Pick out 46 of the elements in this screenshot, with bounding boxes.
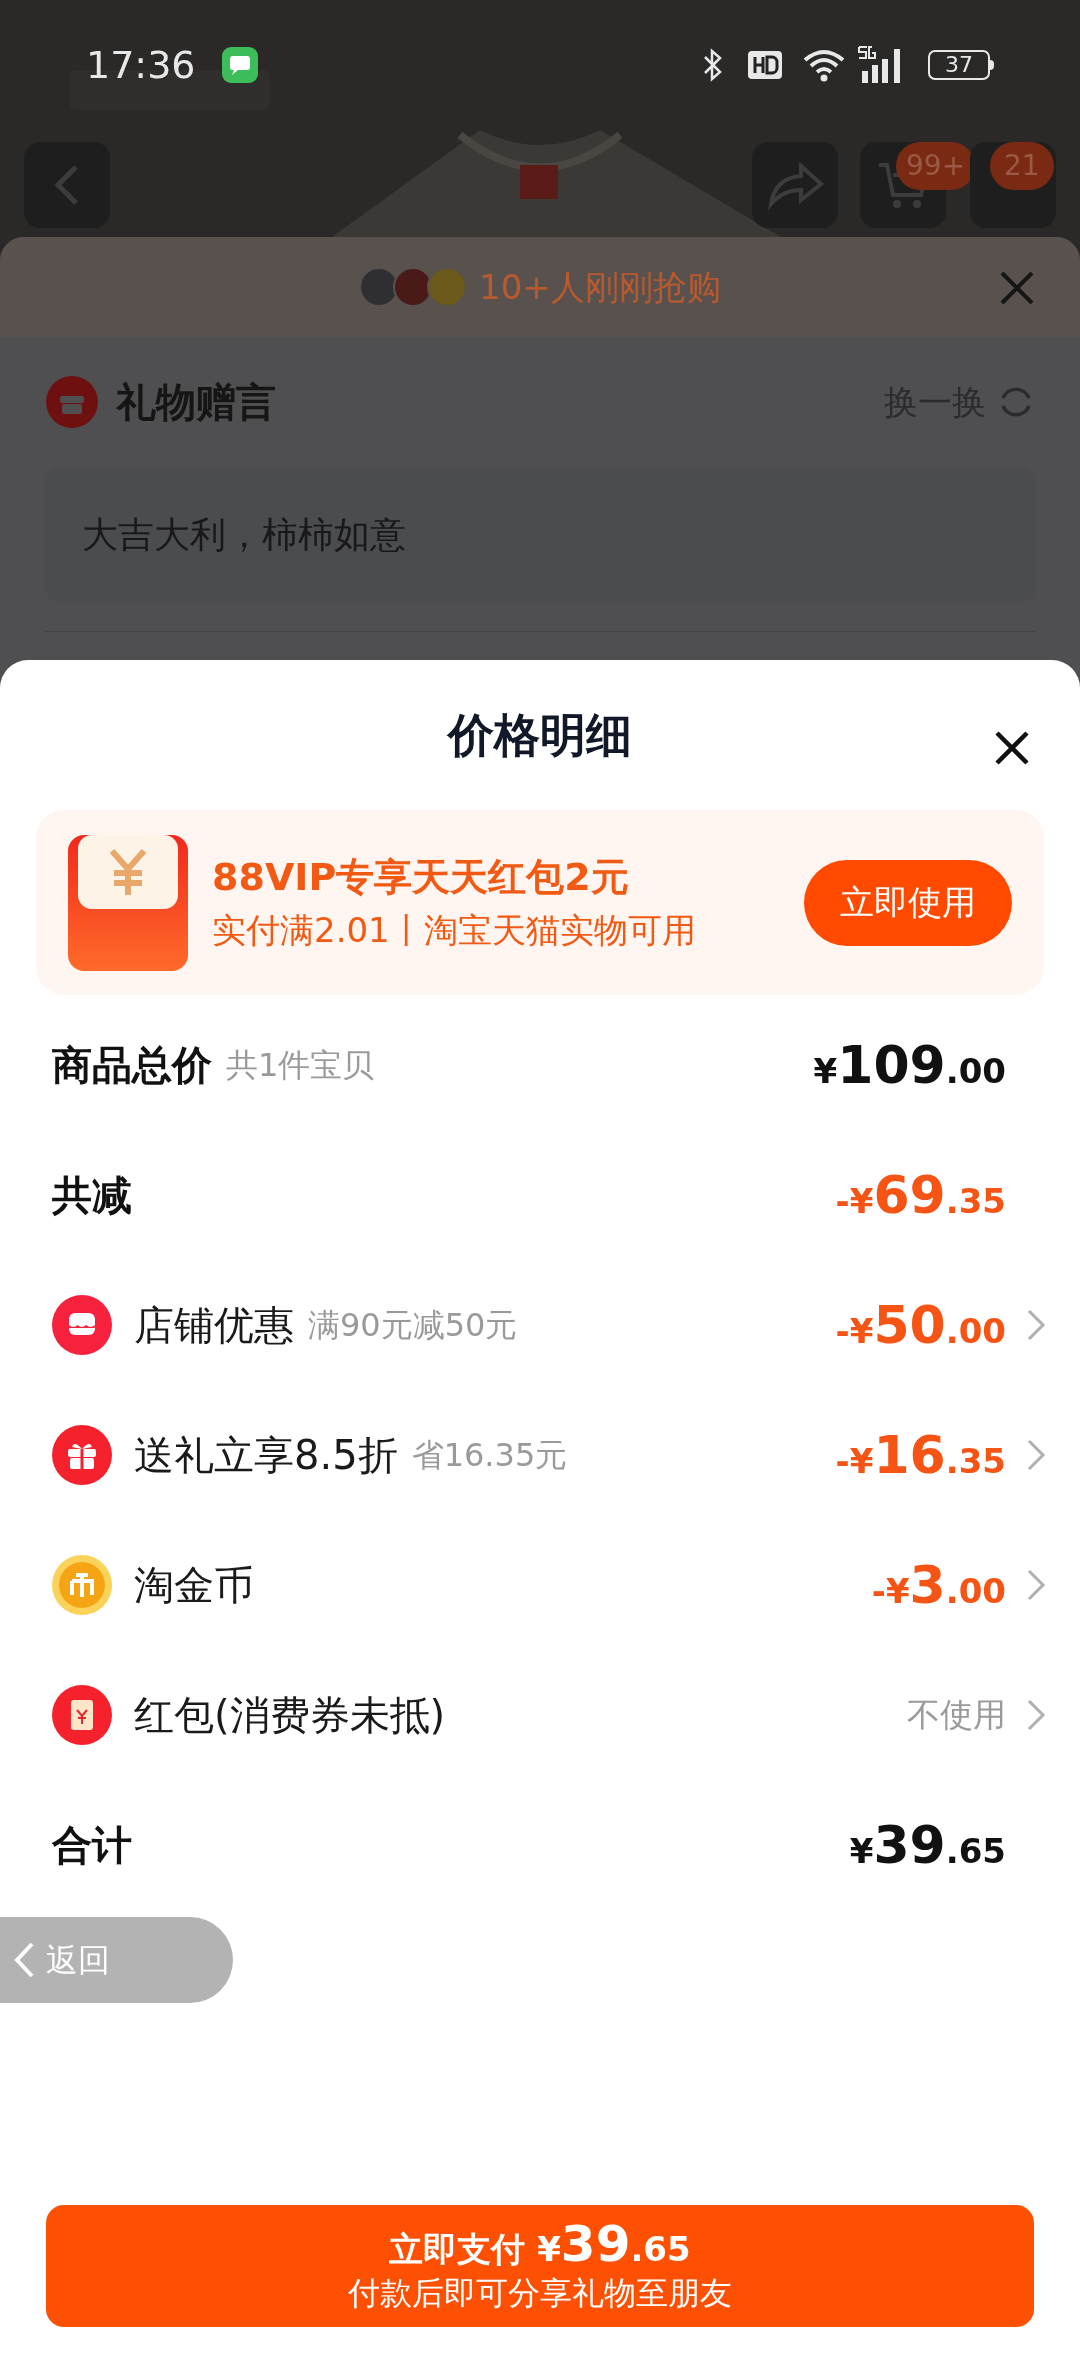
- share-button[interactable]: [752, 142, 838, 228]
- message-icon: [221, 47, 258, 83]
- row-label: 送礼立享8.5折: [134, 1431, 398, 1480]
- row-amount: ¥109.00: [813, 1034, 1006, 1097]
- row-note: 省16.35元: [411, 1435, 568, 1476]
- row-label: 红包(消费券未抵): [134, 1691, 446, 1740]
- row-note: 共1件宝贝: [226, 1045, 375, 1086]
- pay-now-button[interactable]: 立即支付 ¥39.65 付款后即可分享礼物至朋友: [46, 2205, 1034, 2327]
- row-note: 满90元减50元: [308, 1305, 518, 1346]
- use-now-button[interactable]: 立即使用: [804, 859, 1012, 946]
- gift-icon: [46, 376, 98, 428]
- row-label: 共减: [52, 1171, 132, 1220]
- return-button[interactable]: 返回: [0, 1917, 233, 2003]
- row-amount: -¥16.35: [835, 1424, 1006, 1487]
- chevron-left-icon: [12, 1941, 36, 1979]
- gift-message-field[interactable]: 大吉大利，柿柿如意: [44, 467, 1036, 603]
- chevron-icon[interactable]: [1026, 1308, 1046, 1342]
- share-icon: [765, 160, 825, 210]
- row-label: 商品总价: [52, 1041, 212, 1090]
- row-amount: -¥3.00: [871, 1554, 1006, 1617]
- close-icon[interactable]: [994, 730, 1030, 766]
- sheet-title: 价格明细: [448, 706, 632, 764]
- gift-icon: [52, 1425, 112, 1485]
- row-amount: ¥39.65: [849, 1814, 1006, 1877]
- row-label: 合计: [52, 1821, 132, 1870]
- chevron-icon[interactable]: [1026, 1698, 1046, 1732]
- hd-icon: [748, 51, 782, 79]
- row-amount: 不使用: [907, 1694, 1006, 1737]
- shop-icon: [52, 1295, 112, 1355]
- social-proof-text: 10+人刚刚抢购: [479, 265, 721, 309]
- coupon-title: 88VIP专享天天红包2元: [212, 853, 630, 901]
- row-amount: -¥69.35: [835, 1164, 1006, 1227]
- status-time: 17:36: [86, 41, 196, 89]
- chevron-icon[interactable]: [1026, 1438, 1046, 1472]
- back-button[interactable]: [24, 142, 110, 228]
- chevron-icon[interactable]: [1026, 1568, 1046, 1602]
- row-amount: -¥50.00: [835, 1294, 1006, 1357]
- envelope-icon: [52, 1685, 112, 1745]
- wifi-icon: [802, 48, 846, 82]
- coupon-condition: 实付满2.01丨淘宝天猫实物可用: [212, 909, 696, 952]
- row-label: 淘金币: [134, 1561, 254, 1610]
- row-label: 店铺优惠: [134, 1301, 294, 1350]
- coin-icon: [52, 1555, 112, 1615]
- coupon-envelope-icon: [68, 834, 188, 971]
- gift-message-title: 礼物赠言: [116, 378, 276, 427]
- bluetooth-icon: [702, 48, 724, 82]
